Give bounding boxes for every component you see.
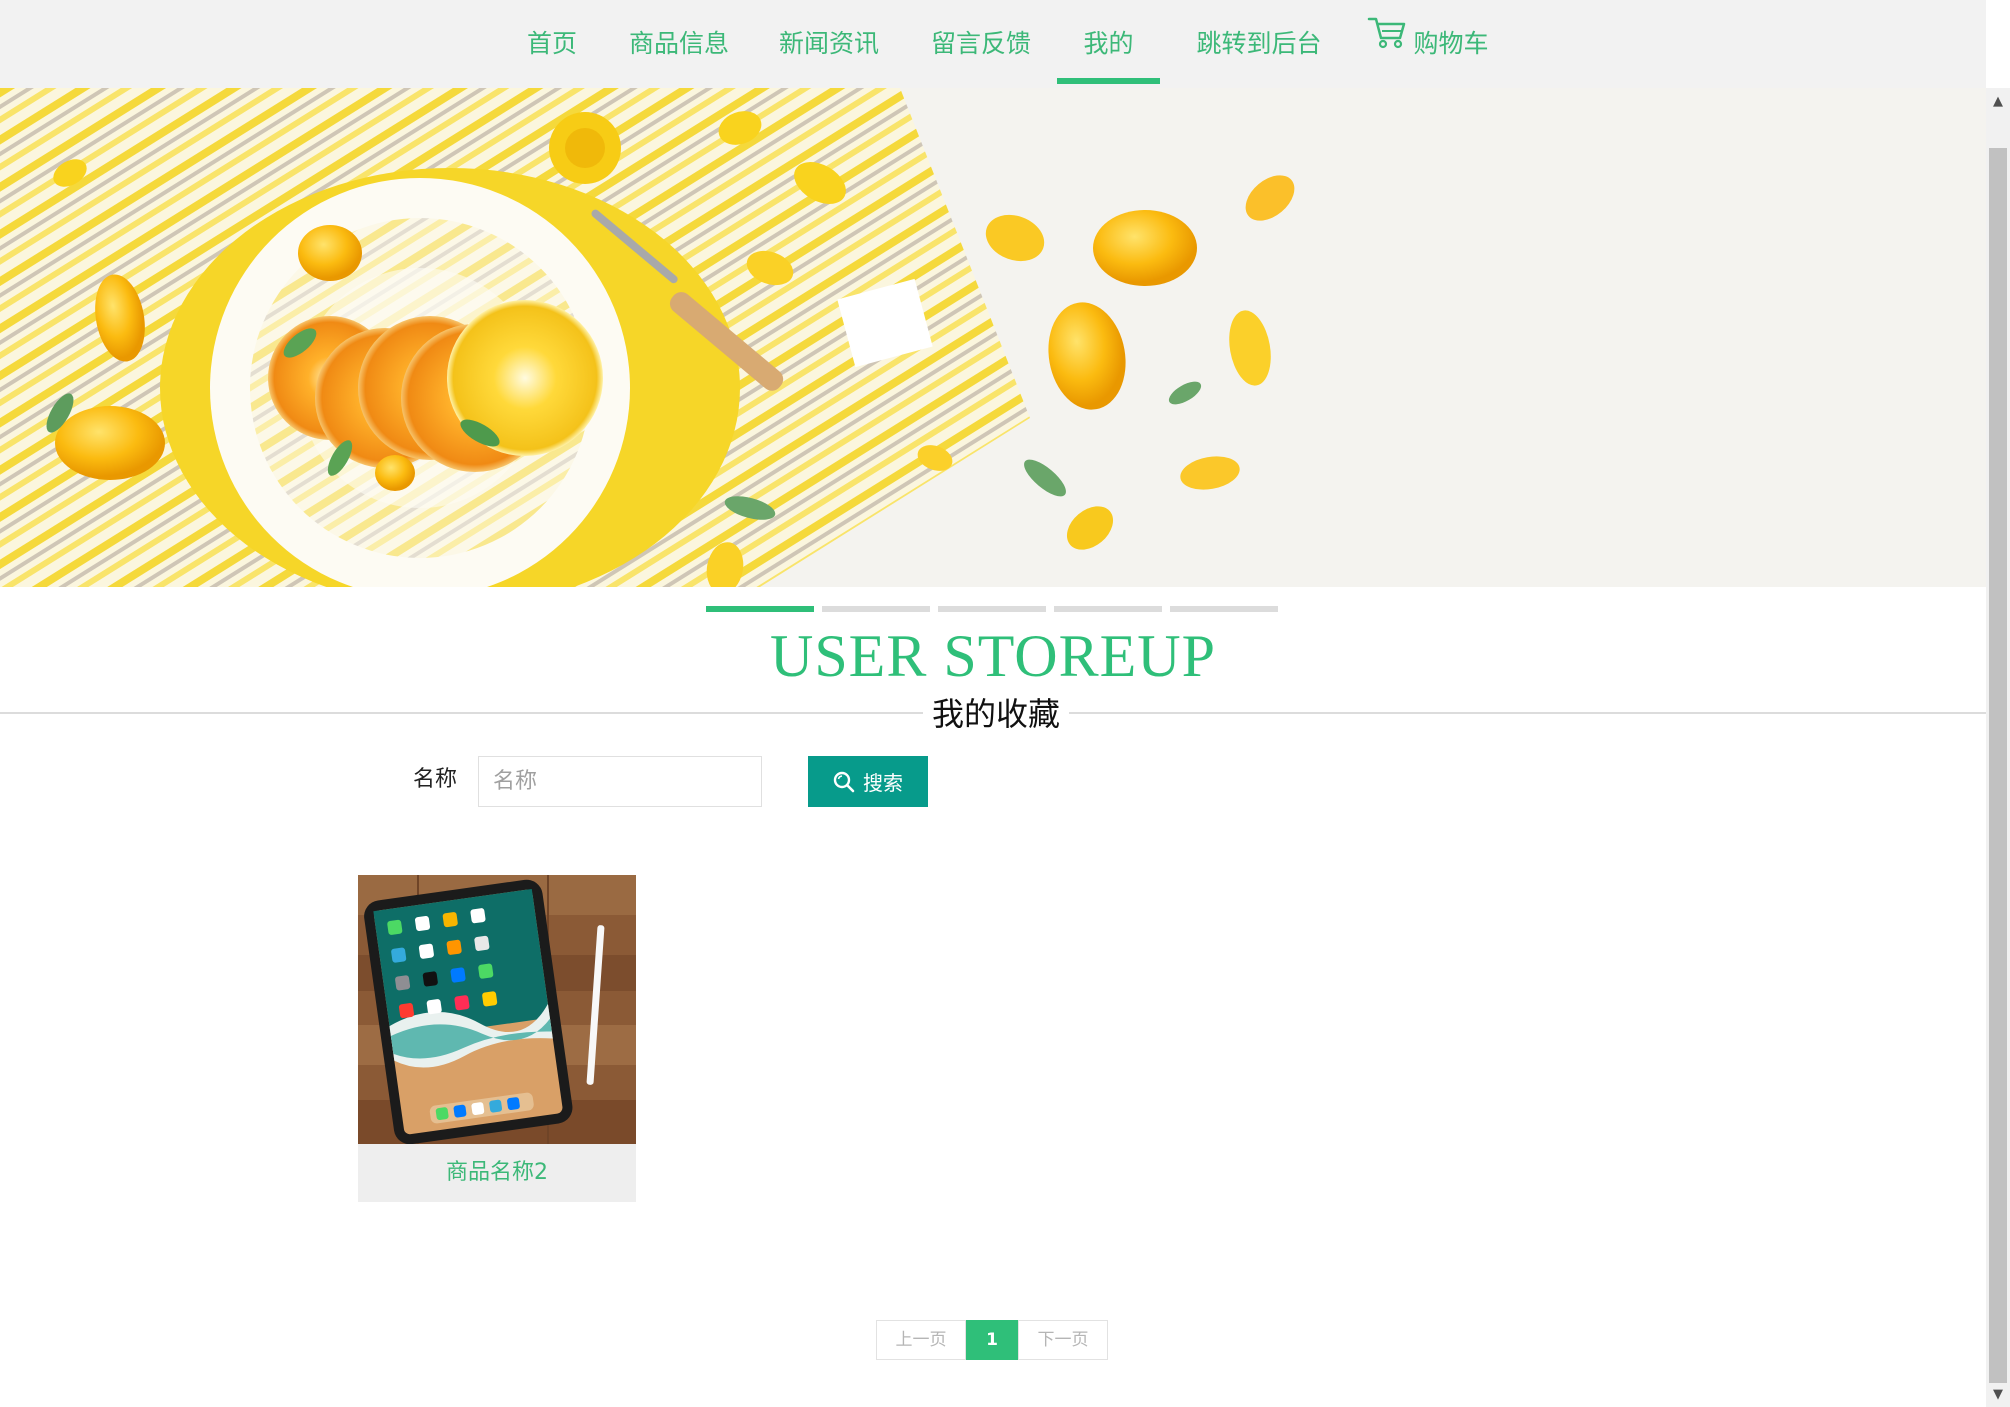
top-nav: 首页 商品信息 新闻资讯 留言反馈 我的 跳转到后台 购物车 (0, 0, 1986, 88)
pagination-prev-button[interactable]: 上一页 (876, 1320, 966, 1360)
product-image (358, 875, 636, 1144)
carousel-indicators (706, 606, 1278, 613)
product-name: 商品名称2 (446, 1160, 548, 1185)
nav-item-mine[interactable]: 我的 (1057, 0, 1160, 88)
scroll-up-arrow-icon[interactable]: ▲ (1986, 90, 2010, 114)
carousel-indicator-3[interactable] (938, 606, 1046, 612)
search-button-label: 搜索 (863, 771, 903, 795)
pagination-page-1[interactable]: 1 (966, 1320, 1018, 1360)
nav-item-news[interactable]: 新闻资讯 (770, 0, 888, 88)
section-title-en: USER STOREUP (769, 623, 1216, 689)
search-name-input[interactable] (478, 756, 762, 807)
carousel-indicator-5[interactable] (1170, 606, 1278, 612)
pagination-next-button[interactable]: 下一页 (1018, 1320, 1108, 1360)
nav-item-backend[interactable]: 跳转到后台 (1180, 0, 1338, 88)
scrollbar-thumb[interactable] (1989, 148, 2007, 1383)
search-button[interactable]: 搜索 (808, 756, 928, 807)
scroll-down-arrow-icon[interactable]: ▼ (1986, 1383, 2010, 1407)
nav-item-feedback[interactable]: 留言反馈 (922, 0, 1040, 88)
section-title-cn: 我的收藏 (923, 692, 1069, 736)
search-name-label: 名称 (413, 767, 458, 792)
favorite-product-card[interactable]: 商品名称2 (358, 875, 636, 1202)
hero-banner (0, 88, 1986, 587)
search-icon (833, 771, 855, 792)
nav-item-cart[interactable]: 购物车 (1358, 0, 1498, 88)
cart-icon (1367, 0, 1407, 85)
pagination: 上一页 1 下一页 (876, 1320, 1108, 1360)
nav-item-products[interactable]: 商品信息 (620, 0, 738, 88)
vertical-scrollbar[interactable]: ▲ ▼ (1986, 88, 2010, 1407)
carousel-indicator-1[interactable] (706, 606, 814, 612)
nav-item-home[interactable]: 首页 (512, 0, 592, 88)
cart-label: 购物车 (1413, 29, 1489, 58)
carousel-indicator-4[interactable] (1054, 606, 1162, 612)
carousel-indicator-2[interactable] (822, 606, 930, 612)
page: 首页 商品信息 新闻资讯 留言反馈 我的 跳转到后台 购物车 USER STOR… (0, 0, 2010, 1407)
